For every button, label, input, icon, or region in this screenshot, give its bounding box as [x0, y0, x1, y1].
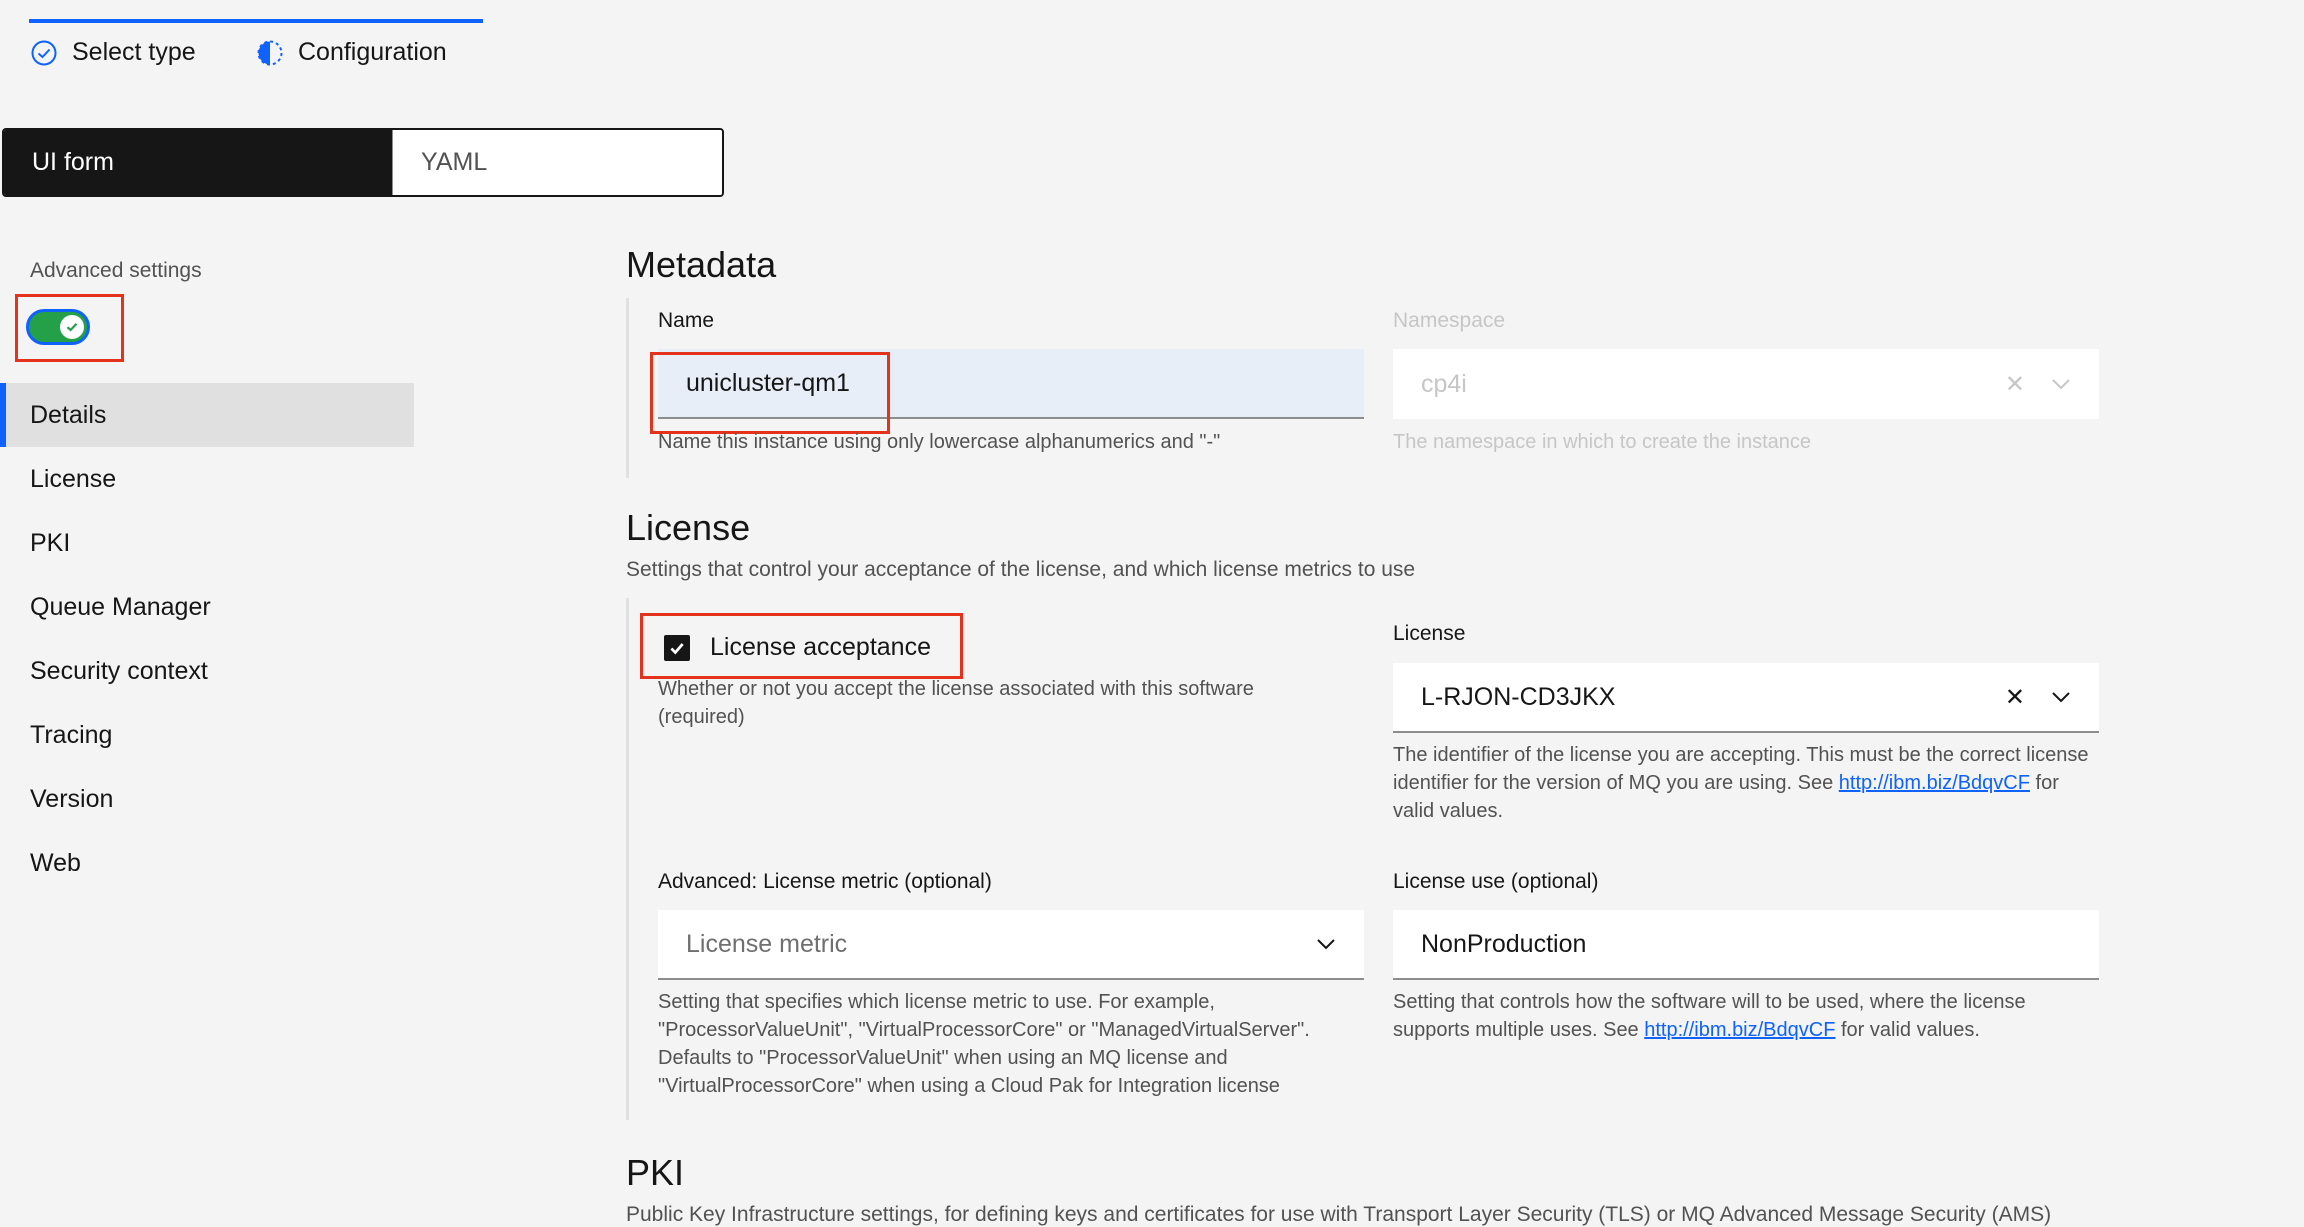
- metadata-heading: Metadata: [626, 244, 777, 285]
- checkmark-icon: [66, 323, 78, 332]
- license-value: L-RJON-CD3JKX: [1421, 682, 1616, 711]
- pki-heading: PKI: [626, 1152, 685, 1193]
- license-label: License: [1393, 622, 1466, 645]
- license-metric-helper: Setting that specifies which license met…: [658, 991, 1310, 1097]
- yaml-tab[interactable]: YAML: [392, 130, 722, 195]
- view-switcher: UI form YAML: [2, 128, 724, 197]
- license-description: Settings that control your acceptance of…: [626, 558, 1416, 581]
- sidebar-item-web[interactable]: Web: [0, 831, 414, 895]
- incomplete-icon: [257, 40, 283, 65]
- sidebar-item-security-context[interactable]: Security context: [0, 639, 414, 703]
- pki-description: Public Key Infrastructure settings, for …: [626, 1203, 2052, 1226]
- chevron-down-icon: [2051, 378, 2071, 390]
- license-select[interactable]: L-RJON-CD3JKX ✕: [1393, 663, 2099, 733]
- chevron-down-icon[interactable]: [1316, 938, 1336, 950]
- checkmark-outline-icon: [31, 40, 57, 65]
- name-label: Name: [658, 309, 715, 332]
- license-use-label: License use (optional): [1393, 870, 1599, 893]
- sidebar-item-pki[interactable]: PKI: [0, 511, 414, 575]
- chevron-down-icon[interactable]: [2051, 691, 2071, 703]
- progress-step-label: Select type: [72, 38, 196, 66]
- license-metric-select[interactable]: License metric: [658, 910, 1364, 980]
- section-divider: [626, 298, 629, 478]
- sidebar-item-version[interactable]: Version: [0, 767, 414, 831]
- progress-step-select-type[interactable]: Select type: [30, 38, 196, 67]
- section-divider: [626, 598, 629, 1120]
- license-acceptance-label: License acceptance: [710, 633, 931, 661]
- license-use-helper-suffix: for valid values.: [1835, 1019, 1980, 1041]
- name-helper: Name this instance using only lowercase …: [658, 431, 1221, 453]
- sidebar-item-tracing[interactable]: Tracing: [0, 703, 414, 767]
- license-use-helper: Setting that controls how the software w…: [1393, 988, 2093, 1044]
- sidebar-item-details[interactable]: Details: [0, 383, 414, 447]
- license-heading: License: [626, 507, 751, 548]
- license-use-value: NonProduction: [1421, 929, 1587, 958]
- toggle-knob: [60, 315, 84, 339]
- namespace-helper: The namespace in which to create the ins…: [1393, 431, 1812, 453]
- advanced-settings-toggle[interactable]: [26, 309, 90, 345]
- advanced-settings-label: Advanced settings: [30, 259, 202, 282]
- namespace-select: cp4i ✕: [1393, 349, 2099, 419]
- license-acceptance-checkbox[interactable]: License acceptance: [664, 633, 931, 662]
- clear-icon: ✕: [2004, 370, 2025, 398]
- progress-step-label: Configuration: [298, 38, 447, 66]
- sidebar-item-license[interactable]: License: [0, 447, 414, 511]
- highlight-box-name: [650, 352, 890, 434]
- license-use-input[interactable]: NonProduction: [1393, 910, 2099, 980]
- license-helper: The identifier of the license you are ac…: [1393, 741, 2093, 825]
- license-acceptance-helper: Whether or not you accept the license as…: [658, 678, 1254, 728]
- sidebar-item-queue-manager[interactable]: Queue Manager: [0, 575, 414, 639]
- license-helper-link[interactable]: http://ibm.biz/BdqvCF: [1839, 772, 2030, 794]
- sidebar-nav: Details License PKI Queue Manager Securi…: [0, 383, 414, 895]
- license-metric-placeholder: License metric: [686, 929, 848, 958]
- ui-form-tab[interactable]: UI form: [4, 130, 392, 195]
- progress-step-configuration[interactable]: Configuration: [256, 38, 447, 67]
- license-metric-label: Advanced: License metric (optional): [658, 870, 992, 893]
- license-use-helper-link[interactable]: http://ibm.biz/BdqvCF: [1644, 1019, 1835, 1041]
- checkbox-checked-icon: [664, 634, 690, 661]
- progress-active-line: [29, 19, 483, 23]
- clear-icon[interactable]: ✕: [2005, 683, 2025, 712]
- namespace-value: cp4i: [1421, 369, 1467, 398]
- namespace-label: Namespace: [1393, 309, 1506, 332]
